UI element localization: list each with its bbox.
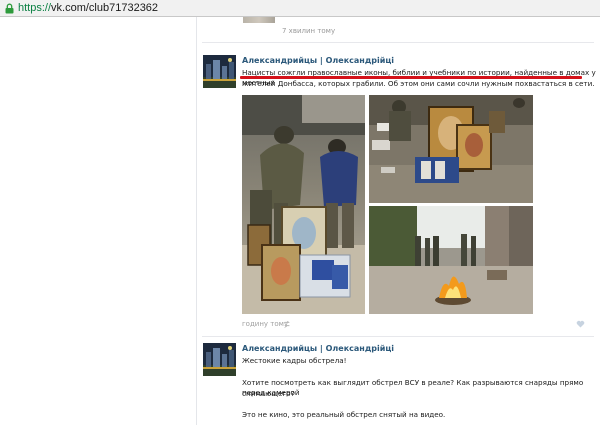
previous-post-image[interactable]: [243, 17, 275, 23]
previous-post-time[interactable]: 7 хвилин тому: [282, 27, 335, 35]
post-photo-bonfire[interactable]: [369, 206, 533, 314]
left-column-border: [196, 17, 197, 425]
address-bar[interactable]: https://vk.com/club71732362: [0, 0, 600, 17]
photo-image: [369, 95, 533, 203]
post-text-line: Жестокие кадры обстрела!: [242, 356, 347, 365]
photo-image: [369, 206, 533, 314]
author-avatar[interactable]: [203, 55, 236, 88]
post-time-link[interactable]: годину тому: [242, 320, 288, 328]
post-photo-soldiers-icons[interactable]: [242, 95, 365, 314]
repost-icon[interactable]: [283, 320, 291, 328]
post-author-link[interactable]: Александрийцы | Олександрійці: [242, 56, 394, 65]
lock-icon: [5, 3, 14, 14]
post-author-link[interactable]: Александрийцы | Олександрійці: [242, 344, 394, 353]
url-path: vk.com/club71732362: [51, 2, 159, 14]
post-photo-icons-pile[interactable]: [369, 95, 533, 203]
url-scheme: https://: [18, 2, 52, 14]
photo-image: [242, 95, 365, 314]
avatar-image: [203, 55, 236, 88]
url-text[interactable]: https://vk.com/club71732362: [18, 1, 158, 16]
author-avatar[interactable]: [203, 343, 236, 376]
post-text-line: Хотите посмотреть как выглядит обстрел В…: [242, 378, 584, 397]
post-separator: [202, 336, 594, 337]
like-heart-icon[interactable]: [576, 320, 585, 328]
post-text-line: снимающего?: [242, 389, 295, 398]
post-separator: [202, 42, 594, 43]
post-text-line: жителей Донбасса, которых грабили. Об эт…: [242, 79, 595, 88]
avatar-image: [203, 343, 236, 376]
post-text-line: Это не кино, это реальный обстрел снятый…: [242, 410, 446, 419]
